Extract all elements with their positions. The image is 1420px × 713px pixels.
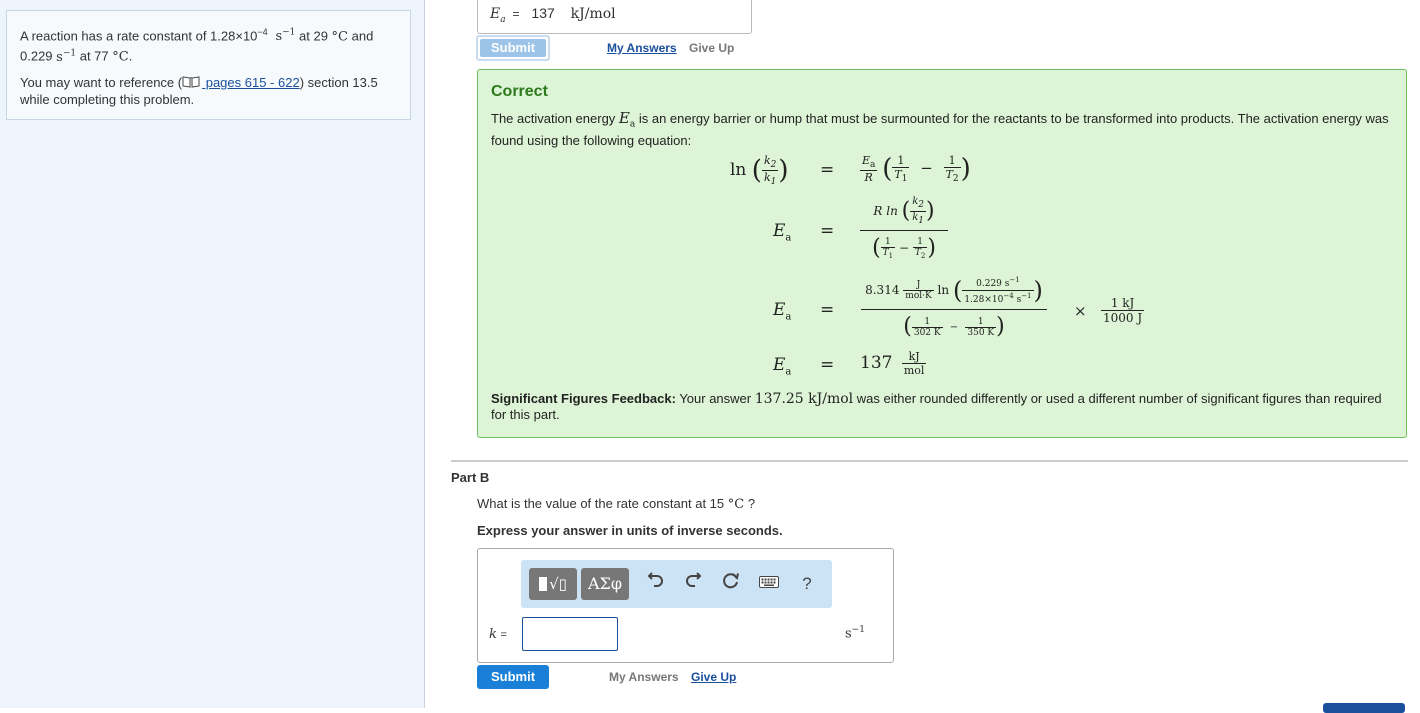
arrhenius-equation: ln (k2 k1) = Ea R (1 T1 − 1 T2) Ea = R ln (k… <box>478 70 1378 390</box>
templates-button[interactable]: √▯ <box>529 568 577 600</box>
part-b-answer-box: √▯ ΑΣφ ? k = s−1 <box>477 548 894 663</box>
eq-row1-rhs: Ea R (1 T1 − 1 T2) <box>860 154 971 185</box>
reset-icon[interactable] <box>719 572 743 596</box>
greek-symbols-button[interactable]: ΑΣφ <box>581 568 629 600</box>
intro-degree-2: °C <box>112 49 129 65</box>
eq-conversion: 1 kJ 1000 J <box>1101 296 1145 325</box>
answer-label: E <box>490 6 501 22</box>
keyboard-icon[interactable] <box>757 572 781 596</box>
eq-row4-lhs: Ea <box>773 355 792 378</box>
left-panel: A reaction has a rate constant of 1.28×1… <box>0 0 425 708</box>
book-icon <box>182 76 200 88</box>
intro-text-2: at 29 <box>295 28 332 44</box>
eq-row1-equals: = <box>820 160 835 180</box>
reference-text-2: while completing this problem. <box>20 91 195 107</box>
eq-row2-equals: = <box>820 221 835 241</box>
intro-text-6: . <box>128 48 133 64</box>
intro-text-4: 0.229 <box>20 48 57 64</box>
sigfig-feedback: Significant Figures Feedback: Your answe… <box>491 391 1382 422</box>
intro-unit-2: s−1 <box>56 48 77 65</box>
undo-icon[interactable] <box>644 572 668 596</box>
intro-text: A reaction has a rate constant of 1.28×1… <box>20 28 258 44</box>
math-toolbar: √▯ ΑΣφ ? <box>521 560 832 608</box>
intro-text-3: and <box>348 28 374 44</box>
redo-icon[interactable] <box>681 572 705 596</box>
eq-row3-rhs: 8.314 Jmol·K ln (0.229 s−1 1.28×10−4 s−1)… <box>861 273 1047 346</box>
intro-exp: −4 <box>257 27 268 37</box>
eq-row3-equals: = <box>820 300 835 320</box>
reference-section: ) section 13.5 <box>299 74 378 90</box>
eq-row1-lhs: ln (k2 k1) <box>730 154 789 188</box>
part-a-submit-button[interactable]: Submit <box>476 35 550 61</box>
answer-unit: kJ/mol <box>570 6 616 22</box>
part-b-question: What is the value of the rate constant a… <box>477 496 756 512</box>
part-b-give-up-link[interactable]: Give Up <box>691 670 736 684</box>
main-content: Ea = 137 kJ/mol Submit My Answers Give U… <box>425 0 1420 713</box>
k-label: k = <box>489 627 507 642</box>
eq-row4-rhs: 137 kJ mol <box>860 350 927 377</box>
section-divider <box>451 460 1408 462</box>
eq-times: × <box>1074 302 1087 320</box>
problem-intro: A reaction has a rate constant of 1.28×1… <box>6 10 411 120</box>
intro-text-5: at 77 <box>76 48 113 64</box>
part-b-submit-button[interactable]: Submit <box>477 665 549 689</box>
correct-feedback-panel: Correct The activation energy Ea is an e… <box>477 69 1407 438</box>
reference-link[interactable]: pages 615 - 622 <box>182 75 300 90</box>
continue-button[interactable] <box>1323 703 1405 713</box>
part-a-give-up: Give Up <box>689 41 735 55</box>
help-button[interactable]: ? <box>795 572 819 596</box>
part-b-my-answers: My Answers <box>609 670 679 684</box>
eq-row2-rhs: R ln (k2 k1) (1 T1 − 1 T2) <box>860 194 948 267</box>
reference-note: You may want to reference ( pages 615 - … <box>20 74 397 108</box>
answer-label-sub: a <box>500 14 506 25</box>
eq-row4-equals: = <box>820 355 835 375</box>
part-a-my-answers-link[interactable]: My Answers <box>607 41 677 55</box>
eq-row3-lhs: Ea <box>773 300 792 323</box>
answer-value: 137 <box>531 5 555 21</box>
intro-unit: s−1 <box>275 28 296 45</box>
reference-text: You may want to reference ( <box>20 74 183 90</box>
rate-constant-input[interactable] <box>522 617 618 651</box>
answer-unit-b: s−1 <box>845 625 865 642</box>
part-a-answer-box: Ea = 137 kJ/mol <box>477 0 752 34</box>
answer-equals: = <box>512 7 520 21</box>
eq-row2-lhs: Ea <box>773 221 792 244</box>
part-b-instructions: Express your answer in units of inverse … <box>477 523 783 538</box>
part-b-title: Part B <box>451 470 490 485</box>
intro-degree: °C <box>331 29 348 45</box>
problem-statement: A reaction has a rate constant of 1.28×1… <box>20 24 397 66</box>
